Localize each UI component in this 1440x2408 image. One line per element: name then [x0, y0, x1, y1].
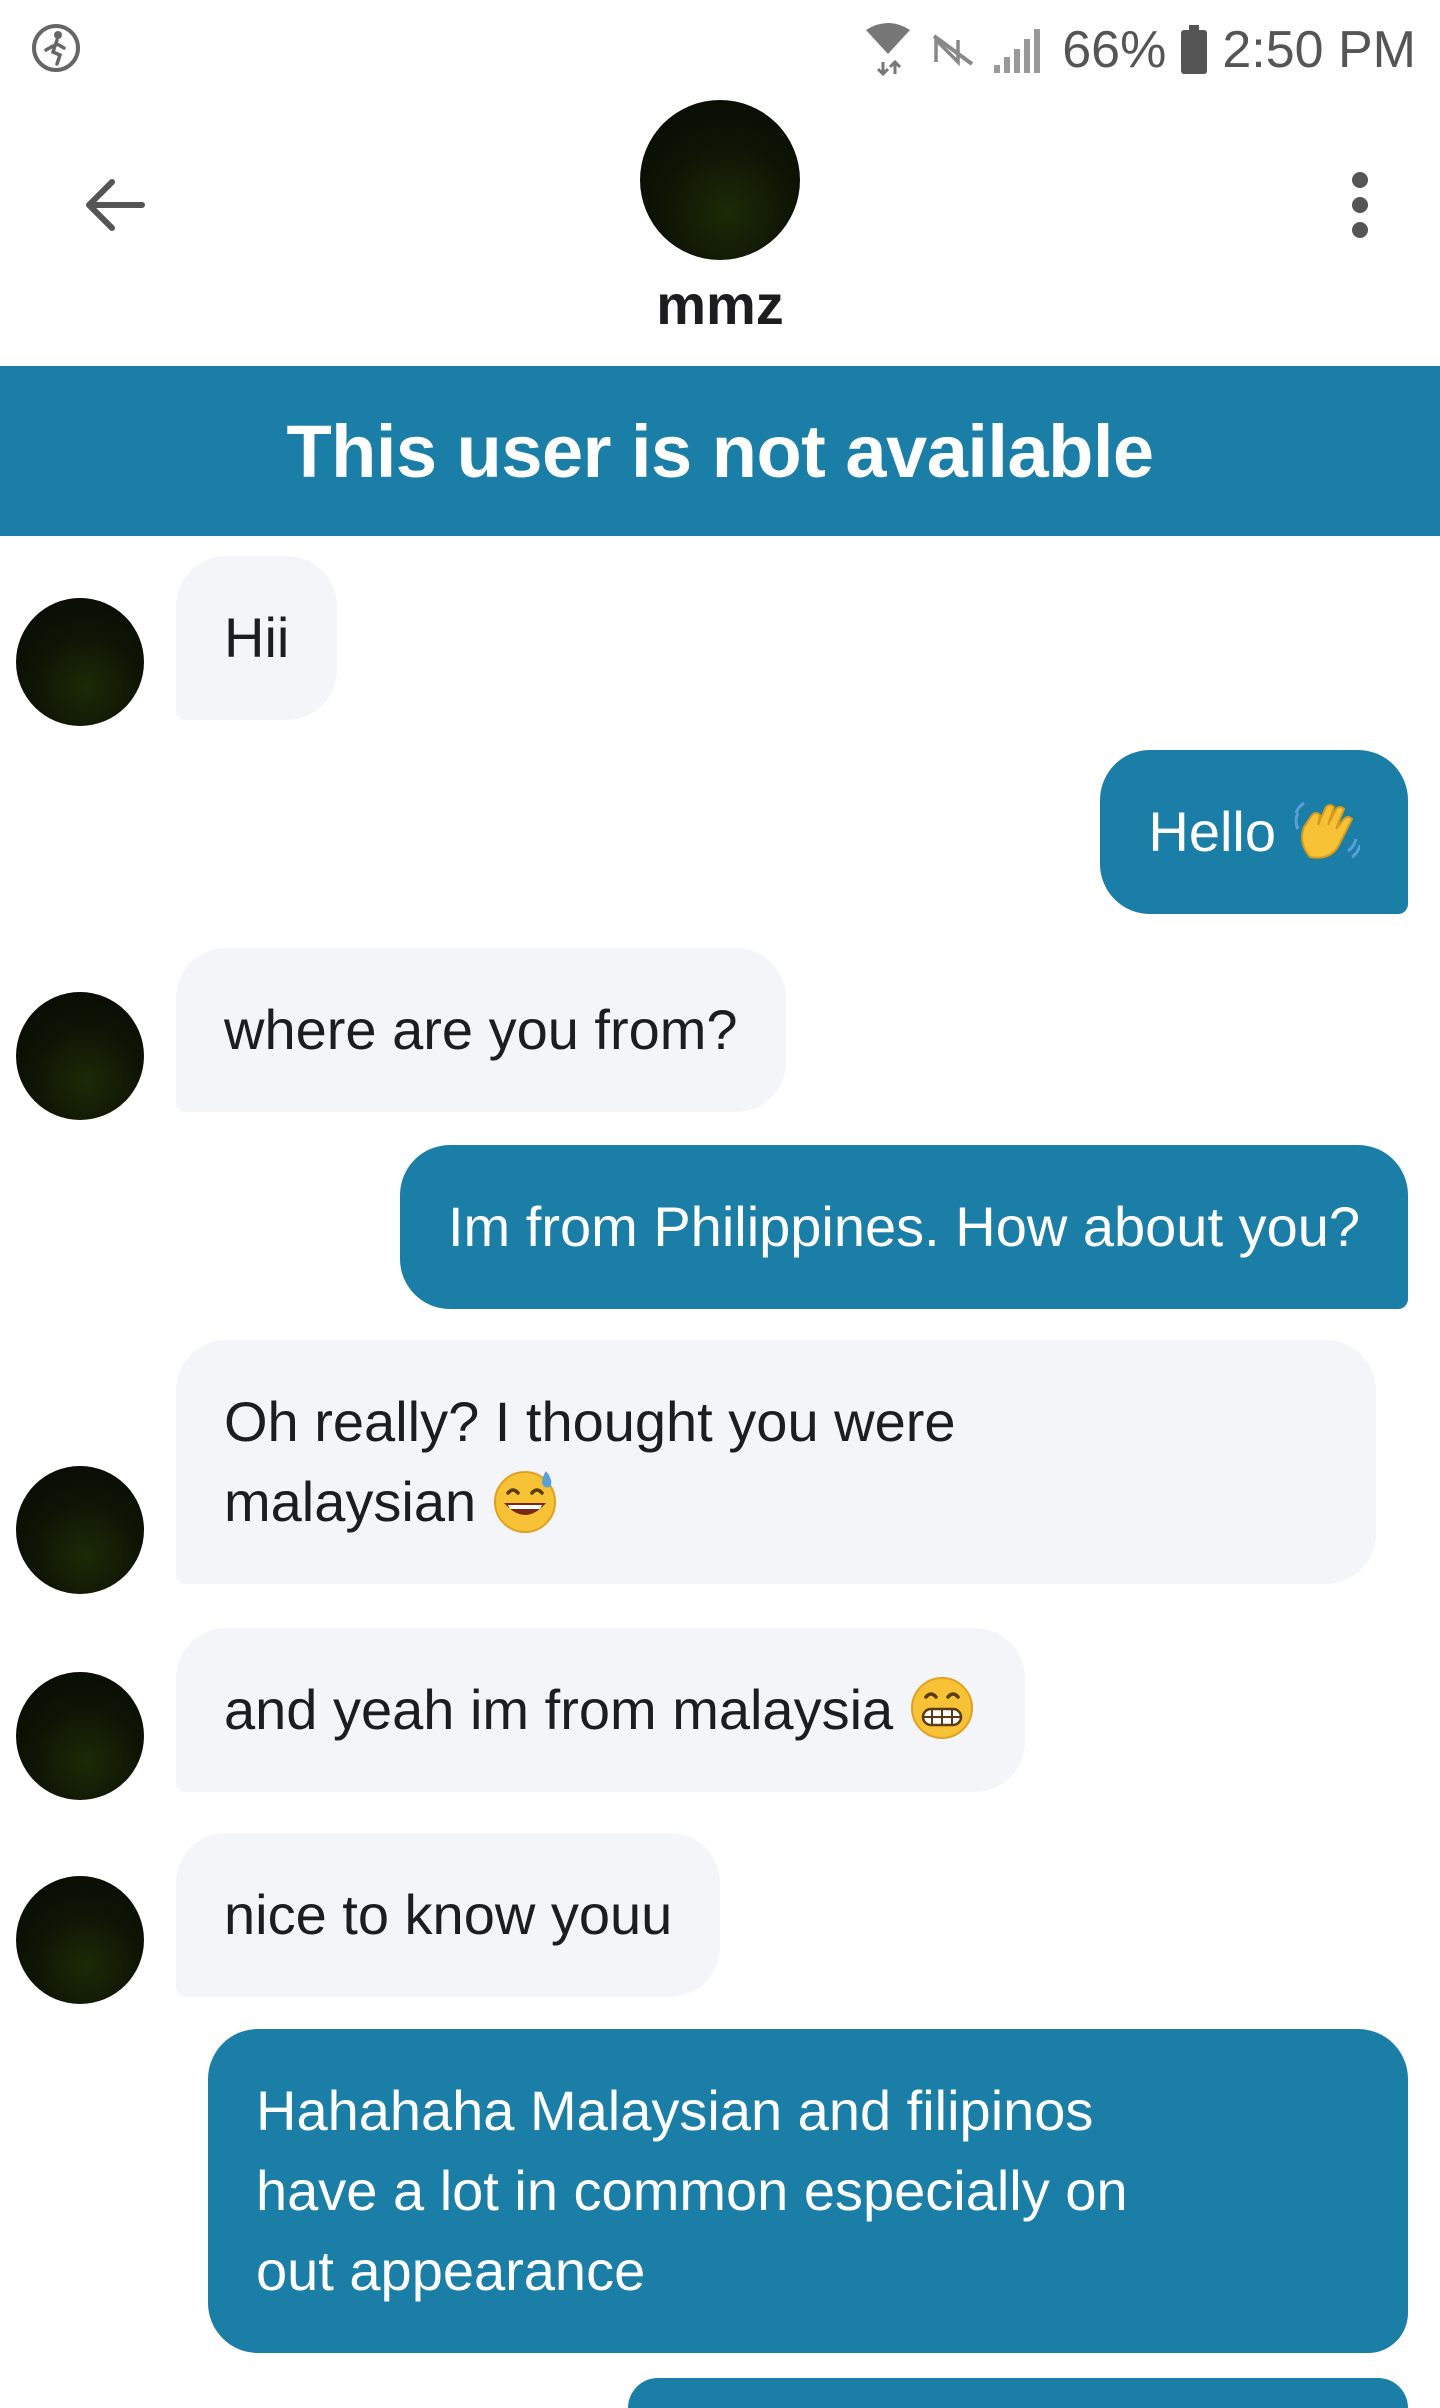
- message-text-line: malaysian: [224, 1470, 477, 1533]
- message-text-line: Oh really? I thought you were: [224, 1390, 956, 1453]
- back-button[interactable]: [70, 160, 160, 250]
- clock: 2:50 PM: [1222, 21, 1416, 79]
- contact-name[interactable]: mmz: [0, 272, 1440, 337]
- message-text: where are you from?: [224, 998, 738, 1061]
- message-text: and yeah im from malaysia: [224, 1678, 894, 1741]
- message-bubble-outgoing[interactable]: Hahahaha Malaysian and filipinos have a …: [208, 2029, 1408, 2353]
- more-vertical-icon: [1352, 172, 1368, 238]
- message-bubble-incoming[interactable]: where are you from?: [176, 948, 786, 1112]
- sender-avatar[interactable]: [16, 992, 144, 1120]
- message-bubble-incoming[interactable]: Hii: [176, 556, 338, 720]
- grinning-sweat-face-icon: [494, 1471, 557, 1534]
- grimacing-face-icon: [911, 1677, 974, 1740]
- message-bubble-outgoing-partial[interactable]: [628, 2378, 1408, 2408]
- arrow-left-icon: [86, 179, 145, 231]
- more-options-button[interactable]: [1320, 160, 1400, 250]
- wifi-icon: [866, 23, 911, 77]
- message-bubble-outgoing[interactable]: Hello: [1100, 750, 1408, 914]
- battery-percent: 66%: [1062, 21, 1167, 79]
- message-text: Hello: [1148, 800, 1276, 863]
- status-bar: 66% 2:50 PM: [0, 0, 1440, 100]
- accessibility-icon: [32, 24, 80, 72]
- sender-avatar[interactable]: [16, 1466, 144, 1594]
- sender-avatar[interactable]: [16, 598, 144, 726]
- banner-text: This user is not available: [286, 409, 1154, 493]
- sender-avatar[interactable]: [16, 1876, 144, 2004]
- message-text: nice to know youu: [224, 1883, 673, 1946]
- message-text-line: have a lot in common especially on: [256, 2159, 1128, 2222]
- user-unavailable-banner: This user is not available: [0, 366, 1440, 536]
- message-bubble-incoming[interactable]: Oh really? I thought you were malaysian: [176, 1340, 1376, 1584]
- sender-avatar[interactable]: [16, 1672, 144, 1800]
- battery-icon: [1181, 25, 1208, 74]
- chat-header: mmz: [0, 100, 1440, 366]
- message-bubble-incoming[interactable]: nice to know youu: [176, 1833, 721, 1997]
- message-text: Hii: [224, 606, 290, 669]
- message-bubble-incoming[interactable]: and yeah im from malaysia: [176, 1628, 1026, 1792]
- message-text: Im from Philippines. How about you?: [448, 1195, 1360, 1258]
- message-text-line: out appearance: [256, 2239, 646, 2302]
- signal-icon: [994, 29, 1041, 73]
- message-text-line: Hahahaha Malaysian and filipinos: [256, 2079, 1094, 2142]
- message-bubble-outgoing[interactable]: Im from Philippines. How about you?: [400, 1145, 1408, 1309]
- waving-hand-icon: [1294, 801, 1360, 859]
- no-sim-icon: [933, 34, 974, 67]
- contact-avatar[interactable]: [640, 100, 800, 260]
